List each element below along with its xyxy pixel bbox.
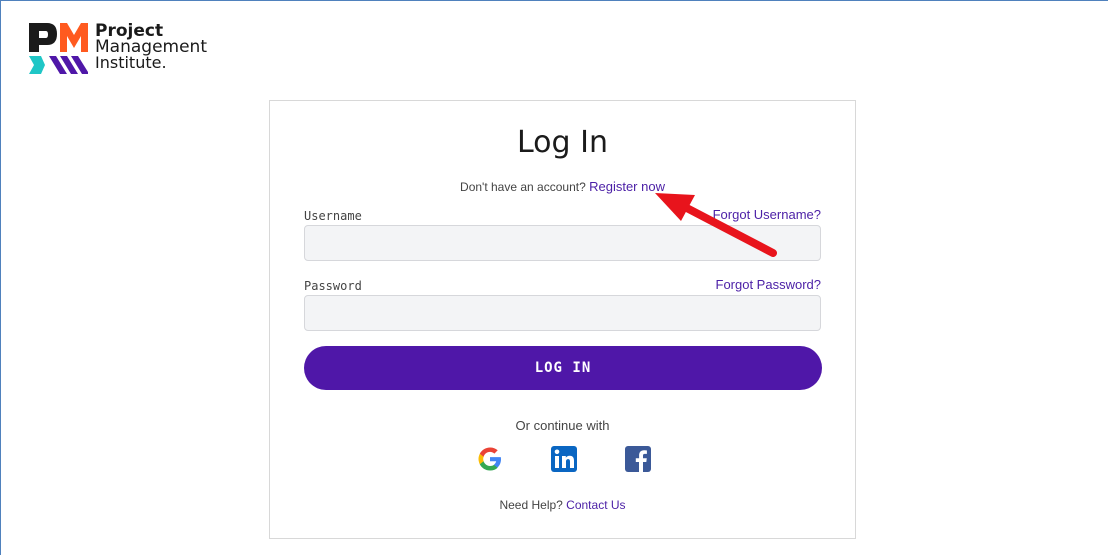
annotation-arrow-icon <box>655 193 777 257</box>
continue-with-label: Or continue with <box>515 418 610 433</box>
username-label: Username <box>304 209 362 223</box>
facebook-icon[interactable] <box>624 445 652 473</box>
login-button[interactable]: LOG IN <box>304 346 822 390</box>
google-icon[interactable] <box>476 445 504 473</box>
linkedin-icon[interactable] <box>550 445 578 473</box>
register-prompt: Don't have an account? <box>460 180 586 194</box>
brand-name: Project Management Institute. <box>95 23 207 71</box>
forgot-password-link[interactable]: Forgot Password? <box>716 277 822 292</box>
help-line: Need Help? Contact Us <box>270 498 855 512</box>
password-input[interactable] <box>304 295 821 331</box>
brand-line-3: Institute. <box>95 53 167 72</box>
login-card: Log In Don't have an account? Register n… <box>269 100 856 539</box>
page-title: Log In <box>517 125 608 160</box>
pmi-logo-icon <box>29 23 88 74</box>
contact-us-link[interactable]: Contact Us <box>566 498 625 512</box>
pmi-logo[interactable]: Project Management Institute. <box>27 21 207 79</box>
help-prompt: Need Help? <box>499 498 563 512</box>
password-label: Password <box>304 279 362 293</box>
